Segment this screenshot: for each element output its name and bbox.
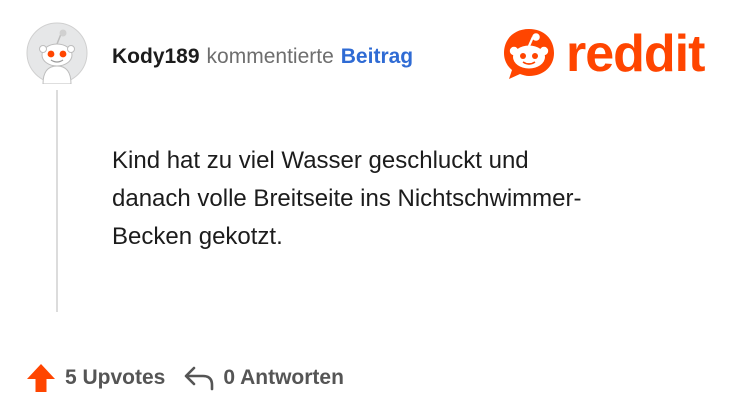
user-avatar[interactable] [26, 22, 88, 85]
upvote-arrow-icon [27, 364, 55, 392]
comment-body: Kind hat zu viel Wasser geschluckt und d… [112, 142, 712, 256]
comment-line: danach volle Breitseite ins Nichtschwimm… [112, 185, 582, 212]
comment-line: Becken gekotzt. [112, 223, 283, 250]
reddit-logo: reddit [500, 24, 705, 84]
username-link[interactable]: Kody189 [112, 45, 200, 69]
comment-header: Kody189 kommentierte Beitrag [112, 42, 413, 72]
post-link[interactable]: Beitrag [341, 45, 413, 69]
thread-line [56, 90, 58, 312]
comment-action-text: kommentierte [206, 45, 334, 68]
upvote-count: 5 Upvotes [65, 366, 166, 389]
reply-arrow-icon [185, 366, 214, 391]
reply-count: 0 Antworten [223, 366, 344, 389]
reddit-comment-card: Kody189 kommentierte Beitrag reddit Kind… [0, 0, 738, 402]
default-snoo-avatar-icon [26, 22, 88, 85]
upvote-button[interactable]: 5 Upvotes [26, 362, 165, 394]
reddit-wordmark: reddit [566, 25, 705, 83]
comment-actions: 5 Upvotes 0 Antworten [26, 358, 344, 398]
reply-button[interactable]: 0 Antworten [183, 364, 344, 392]
comment-line: Kind hat zu viel Wasser geschluckt und [112, 147, 529, 174]
reddit-snoo-icon [504, 29, 554, 79]
